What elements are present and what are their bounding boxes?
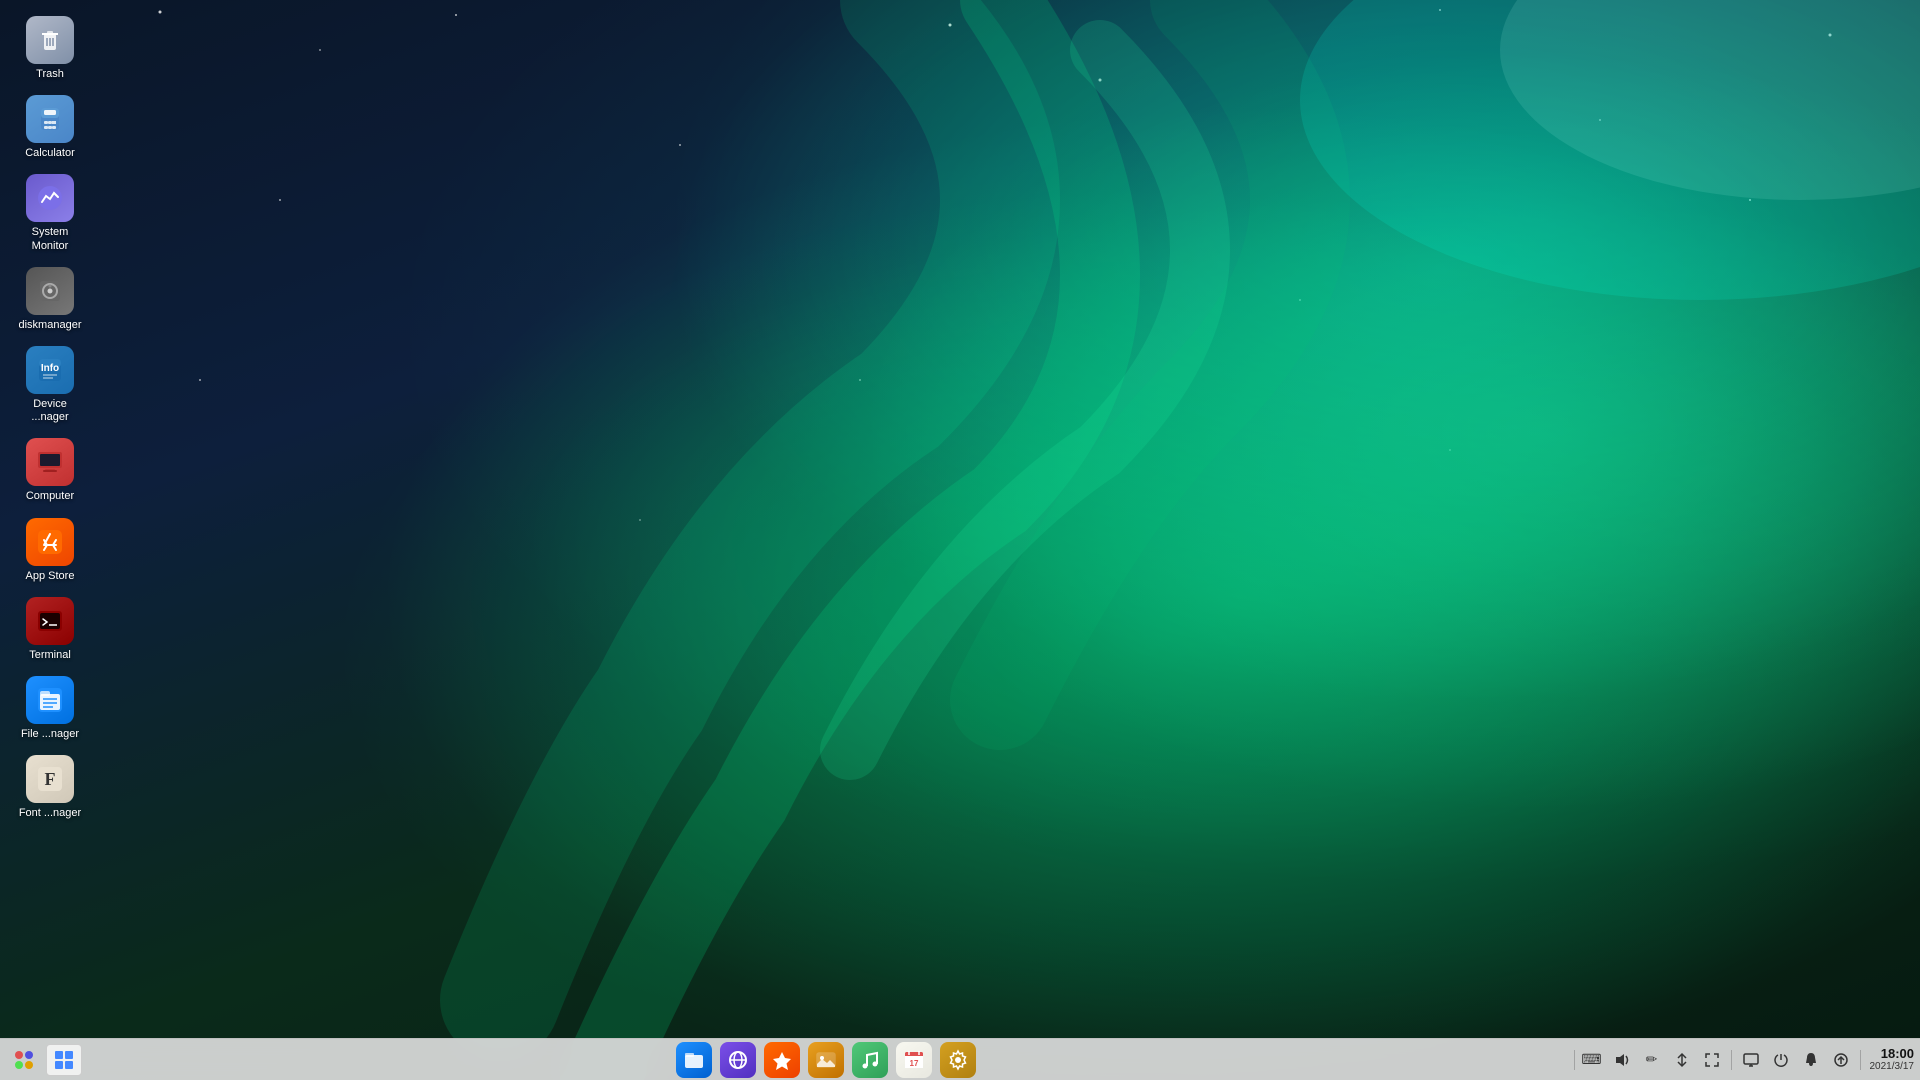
- taskbar-center: 17: [82, 1042, 1571, 1078]
- file-manager-dock[interactable]: [676, 1042, 712, 1078]
- volume-tray[interactable]: [1608, 1046, 1636, 1074]
- computer-label: Computer: [26, 490, 74, 503]
- file-manager-label: File ...nager: [21, 728, 79, 741]
- svg-text:F: F: [45, 769, 56, 789]
- trash-icon: [26, 16, 74, 64]
- font-manager-icon: F: [26, 755, 74, 803]
- tray-separator-1: [1731, 1050, 1732, 1070]
- calculator-icon: [26, 95, 74, 143]
- desktop-icon-computer[interactable]: Computer: [10, 432, 90, 509]
- device-manager-icon: Info: [26, 346, 74, 394]
- desktop-icon-device-manager[interactable]: Info Device ...nager: [10, 340, 90, 430]
- trash-label: Trash: [36, 68, 64, 81]
- screen-tray[interactable]: [1737, 1046, 1765, 1074]
- taskbar-left: [6, 1044, 82, 1076]
- desktop-icon-disk-manager[interactable]: diskmanager: [10, 261, 90, 338]
- taskbar-center-separator: [1574, 1050, 1575, 1070]
- clock[interactable]: 18:00 2021/3/17: [1870, 1047, 1915, 1072]
- usb-tray[interactable]: [1668, 1046, 1696, 1074]
- photos-dock[interactable]: [808, 1042, 844, 1078]
- updates-tray[interactable]: [1827, 1046, 1855, 1074]
- settings-dock[interactable]: [940, 1042, 976, 1078]
- calculator-label: Calculator: [25, 147, 75, 160]
- display-tray[interactable]: [1698, 1046, 1726, 1074]
- desktop-icon-file-manager[interactable]: File ...nager: [10, 670, 90, 747]
- disk-manager-icon: [26, 267, 74, 315]
- aurora-background: [0, 0, 1920, 1080]
- terminal-label: Terminal: [29, 649, 71, 662]
- terminal-icon: [26, 597, 74, 645]
- tray-separator-2: [1860, 1050, 1861, 1070]
- clock-time: 18:00: [1881, 1047, 1914, 1061]
- power-tray[interactable]: [1767, 1046, 1795, 1074]
- notification-tray[interactable]: [1797, 1046, 1825, 1074]
- browser-dock[interactable]: [720, 1042, 756, 1078]
- svg-text:Info: Info: [41, 363, 59, 374]
- app-store-icon: [26, 518, 74, 566]
- desktop-icon-trash[interactable]: Trash: [10, 10, 90, 87]
- calendar-dock[interactable]: 17: [896, 1042, 932, 1078]
- desktop-icon-font-manager[interactable]: F Font ...nager: [10, 749, 90, 826]
- clock-date: 2021/3/17: [1870, 1061, 1915, 1072]
- desktop-icon-terminal[interactable]: Terminal: [10, 591, 90, 668]
- taskbar: 17 ⌨: [0, 1038, 1920, 1080]
- desktop-icon-app-store[interactable]: App Store: [10, 512, 90, 589]
- computer-icon: [26, 438, 74, 486]
- apps-button[interactable]: [6, 1044, 42, 1076]
- pencil-tray[interactable]: ✏: [1638, 1046, 1666, 1074]
- task-manager-button[interactable]: [46, 1044, 82, 1076]
- device-manager-label: Device ...nager: [14, 398, 86, 424]
- keyboard-tray[interactable]: ⌨: [1578, 1046, 1606, 1074]
- disk-manager-label: diskmanager: [19, 319, 82, 332]
- music-dock[interactable]: [852, 1042, 888, 1078]
- system-monitor-label: System Monitor: [14, 226, 86, 252]
- file-manager-icon: [26, 676, 74, 724]
- desktop-icons: Trash Calculator System Monitor diskmanager…: [10, 10, 90, 826]
- system-monitor-icon: [26, 174, 74, 222]
- svg-text:17: 17: [910, 1059, 919, 1068]
- app-store-dock[interactable]: [764, 1042, 800, 1078]
- desktop: Trash Calculator System Monitor diskmanager…: [0, 0, 1920, 1080]
- desktop-icon-system-monitor[interactable]: System Monitor: [10, 168, 90, 258]
- font-manager-label: Font ...nager: [19, 807, 81, 820]
- taskbar-right: ⌨ ✏: [1578, 1046, 1915, 1074]
- desktop-icon-calculator[interactable]: Calculator: [10, 89, 90, 166]
- app-store-label: App Store: [26, 570, 75, 583]
